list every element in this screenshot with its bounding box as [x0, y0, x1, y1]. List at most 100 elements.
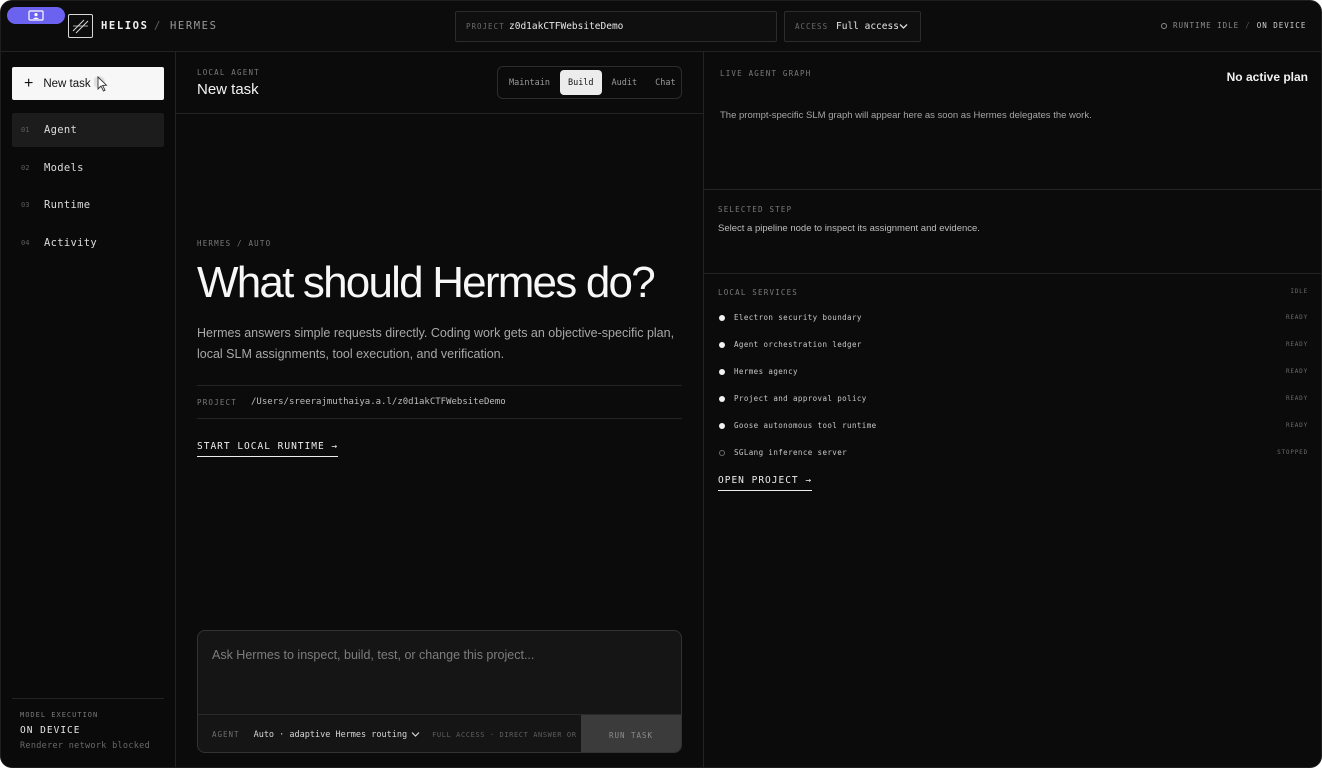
access-label: ACCESS — [795, 22, 829, 31]
status-dot-icon — [719, 368, 725, 375]
model-execution-label: MODEL EXECUTION — [20, 711, 99, 719]
nav-label: Activity — [44, 237, 97, 249]
list-item: Electron security boundary READY — [718, 304, 1308, 331]
access-value: Full access — [836, 21, 899, 32]
section-name: HERMES — [170, 20, 218, 32]
list-item: Goose autonomous tool runtime READY — [718, 412, 1308, 439]
agent-label: AGENT — [212, 730, 240, 739]
sidebar-item-activity[interactable]: 04 Activity — [12, 226, 164, 260]
live-agent-graph: LIVE AGENT GRAPH No active plan The prom… — [704, 52, 1321, 190]
access-dropdown[interactable]: ACCESS Full access — [784, 11, 921, 42]
tab-chat[interactable]: Chat — [647, 70, 683, 95]
service-name: Agent orchestration ledger — [734, 340, 862, 349]
route-breadcrumb: HERMES / AUTO — [197, 239, 272, 248]
nav-label: Agent — [44, 124, 78, 136]
nav-number: 03 — [21, 201, 30, 209]
list-item: Hermes agency READY — [718, 358, 1308, 385]
brand-name: HELIOS — [101, 20, 149, 32]
services-status: IDLE — [1290, 288, 1308, 295]
composer-toolbar: AGENT Auto · adaptive Hermes routing FUL… — [198, 714, 681, 752]
project-path-label: PROJECT — [197, 397, 238, 407]
open-project-link[interactable]: OPEN PROJECT → — [718, 475, 813, 491]
service-status: READY — [1285, 341, 1308, 348]
plus-icon: + — [24, 74, 34, 92]
status-ring-icon — [1161, 22, 1167, 29]
project-value: z0d1akCTFWebsiteDemo — [509, 21, 624, 32]
nav-label: Models — [44, 162, 84, 174]
no-active-plan: No active plan — [1226, 70, 1308, 84]
status-separator: / — [1245, 21, 1251, 30]
status-dot-icon — [719, 395, 725, 402]
status-dot-icon — [719, 422, 725, 429]
runtime-status: RUNTIME IDLE / ON DEVICE — [1161, 21, 1306, 30]
task-header: LOCAL AGENT New task Maintain Build Audi… — [176, 52, 703, 114]
service-status: READY — [1285, 314, 1308, 321]
page-description: Hermes answers simple requests directly.… — [197, 326, 675, 361]
selected-step-label: SELECTED STEP — [718, 205, 793, 214]
new-task-label: New task — [43, 77, 91, 90]
model-execution-value: ON DEVICE — [20, 725, 81, 736]
sidebar-item-runtime[interactable]: 03 Runtime — [12, 188, 164, 222]
composer-meta: FULL ACCESS · DIRECT ANSWER OR PL... — [432, 730, 584, 739]
network-note: Renderer network blocked — [20, 741, 151, 751]
page-headline: What should Hermes do? — [197, 258, 656, 307]
nav-number: 04 — [21, 239, 30, 247]
top-bar: HELIOS / HERMES PROJECT z0d1akCTFWebsite… — [1, 1, 1321, 52]
sidebar-item-agent[interactable]: 01 Agent — [12, 113, 164, 147]
service-name: Hermes agency — [734, 367, 798, 376]
service-status: READY — [1285, 395, 1308, 402]
sidebar: + New task 01 Agent 02 Models 03 Runtime… — [1, 52, 176, 767]
helios-logo-icon — [68, 14, 93, 38]
monitor-user-icon — [28, 9, 44, 21]
service-status: READY — [1285, 368, 1308, 375]
service-name: Goose autonomous tool runtime — [734, 421, 877, 430]
model-execution-panel: MODEL EXECUTION ON DEVICE Renderer netwo… — [12, 698, 164, 751]
tab-build[interactable]: Build — [559, 70, 602, 95]
project-label: PROJECT — [466, 22, 505, 31]
prompt-input[interactable]: Ask Hermes to inspect, build, test, or c… — [212, 648, 534, 662]
service-status: READY — [1285, 422, 1308, 429]
service-name: SGLang inference server — [734, 448, 848, 457]
list-item: Project and approval policy READY — [718, 385, 1308, 412]
service-name: Electron security boundary — [734, 313, 862, 322]
device-status-text: ON DEVICE — [1256, 21, 1307, 30]
service-status: STOPPED — [1277, 449, 1308, 456]
inspector-panel: LIVE AGENT GRAPH No active plan The prom… — [704, 52, 1321, 767]
graph-placeholder-text: The prompt-specific SLM graph will appea… — [720, 110, 1092, 121]
tab-maintain[interactable]: Maintain — [501, 70, 558, 95]
selected-step: SELECTED STEP Select a pipeline node to … — [704, 190, 1321, 274]
nav-label: Runtime — [44, 199, 91, 211]
run-task-button[interactable]: RUN TASK — [581, 715, 681, 752]
app-window: HELIOS / HERMES PROJECT z0d1akCTFWebsite… — [0, 0, 1322, 768]
new-task-button[interactable]: + New task — [12, 67, 164, 100]
start-local-runtime-link[interactable]: START LOCAL RUNTIME → — [197, 441, 339, 457]
mode-tabs: Maintain Build Audit Chat — [497, 66, 682, 99]
chevron-down-icon — [899, 24, 908, 29]
chevron-down-icon — [411, 732, 420, 737]
services-header: LOCAL SERVICES IDLE — [718, 288, 1308, 304]
status-dot-icon — [719, 341, 725, 348]
project-selector[interactable]: PROJECT z0d1akCTFWebsiteDemo — [455, 11, 777, 42]
nav-number: 02 — [21, 164, 30, 172]
local-services-label: LOCAL SERVICES — [718, 288, 799, 297]
live-agent-graph-label: LIVE AGENT GRAPH — [720, 69, 812, 78]
runtime-status-text: RUNTIME IDLE — [1173, 21, 1240, 30]
status-ring-icon — [719, 449, 725, 456]
screen-share-button[interactable] — [7, 7, 65, 24]
tab-audit[interactable]: Audit — [604, 70, 646, 95]
project-path: /Users/sreerajmuthaiya.a.l/z0d1akCTFWebs… — [251, 397, 506, 407]
list-item: Agent orchestration ledger READY — [718, 331, 1308, 358]
selected-step-text: Select a pipeline node to inspect its as… — [718, 223, 980, 234]
task-panel: LOCAL AGENT New task Maintain Build Audi… — [176, 52, 704, 767]
nav-number: 01 — [21, 126, 30, 134]
breadcrumb-separator: / — [154, 20, 161, 32]
agent-selector-value: Auto · adaptive Hermes routing — [253, 729, 408, 740]
local-agent-label: LOCAL AGENT — [197, 68, 260, 77]
local-services: LOCAL SERVICES IDLE Electron security bo… — [718, 288, 1308, 466]
mouse-cursor-icon — [94, 76, 108, 92]
sidebar-item-models[interactable]: 02 Models — [12, 151, 164, 185]
service-name: Project and approval policy — [734, 394, 867, 403]
task-title: New task — [197, 81, 259, 98]
status-dot-icon — [719, 314, 725, 321]
agent-selector[interactable]: Auto · adaptive Hermes routing — [254, 730, 421, 740]
